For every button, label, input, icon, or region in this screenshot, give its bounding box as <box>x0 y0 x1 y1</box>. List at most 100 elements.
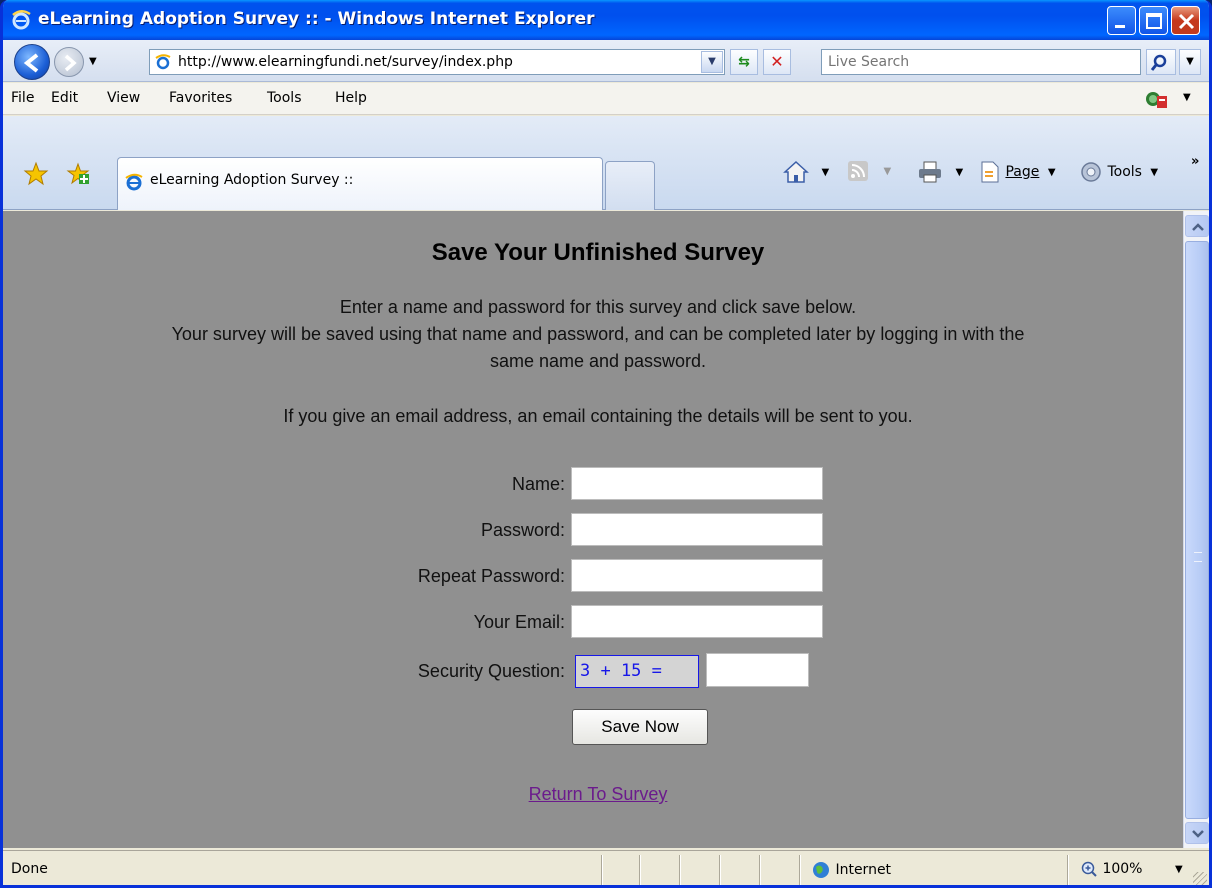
search-box[interactable] <box>821 49 1141 75</box>
back-arrow-icon <box>23 53 39 73</box>
chevron-down-icon <box>1192 830 1204 838</box>
repeat-password-input[interactable] <box>572 560 822 591</box>
back-button[interactable] <box>14 44 50 80</box>
menu-help[interactable]: Help <box>335 90 367 106</box>
tools-dropdown-icon: ▼ <box>1150 166 1159 178</box>
acrobat-icon[interactable] <box>1143 88 1169 110</box>
intro-text: Enter a name and password for this surve… <box>3 294 1183 375</box>
home-button[interactable]: ▼ <box>783 160 829 186</box>
security-zone[interactable]: Internet <box>811 860 891 880</box>
status-bar: Done Internet 100% ▼ <box>3 850 1209 885</box>
repeat-password-field[interactable] <box>571 559 823 592</box>
add-favorite-icon[interactable] <box>65 161 91 187</box>
search-input[interactable] <box>822 50 1140 74</box>
minimize-icon <box>1115 25 1125 28</box>
history-dropdown-icon[interactable]: ▼ <box>89 56 97 67</box>
menu-favorites-label: Favorites <box>169 90 233 106</box>
tab-active[interactable]: eLearning Adoption Survey :: <box>117 157 603 210</box>
name-input[interactable] <box>572 468 822 499</box>
forward-arrow-icon <box>64 54 77 72</box>
page-menu-button[interactable]: Page ▼ <box>979 160 1056 186</box>
search-options-dropdown[interactable]: ▼ <box>1179 49 1201 75</box>
status-divider <box>639 855 641 885</box>
status-divider <box>601 855 603 885</box>
new-tab-button[interactable] <box>605 161 655 210</box>
page-menu-label: Page <box>1005 164 1040 180</box>
menu-view-label: View <box>107 90 141 106</box>
ie-logo-icon <box>12 10 31 30</box>
home-dropdown-icon[interactable]: ▼ <box>821 167 829 178</box>
password-label: Password: <box>480 520 565 540</box>
search-icon <box>1150 54 1167 71</box>
zoom-level[interactable]: 100% <box>1080 860 1142 878</box>
favorites-star-icon[interactable] <box>23 161 49 187</box>
address-toolbar: ▼ http://www.elearningfundi.net/survey/i… <box>3 40 1209 82</box>
menu-bar: File Edit View Favorites Tools Help ▼ <box>3 83 1209 115</box>
email-label: Your Email: <box>473 612 565 632</box>
close-button[interactable] <box>1171 6 1200 35</box>
minimize-button[interactable] <box>1107 6 1136 35</box>
tools-menu-button[interactable]: Tools ▼ <box>1079 160 1158 186</box>
menu-edit[interactable]: Edit <box>51 90 78 106</box>
resize-grip[interactable] <box>1193 872 1207 885</box>
name-label: Name: <box>511 474 565 494</box>
window-title: eLearning Adoption Survey :: - Windows I… <box>38 9 595 29</box>
page-content: Save Your Unfinished Survey Enter a name… <box>3 211 1183 848</box>
refresh-button[interactable]: ⇆ <box>730 49 758 75</box>
scroll-up-button[interactable] <box>1185 215 1209 237</box>
email-field[interactable] <box>571 605 823 638</box>
maximize-button[interactable] <box>1139 6 1168 35</box>
print-button[interactable]: ▼ <box>917 160 963 186</box>
intro-line-3: same name and password. <box>489 351 707 371</box>
page-icon <box>981 161 999 183</box>
zoom-dropdown-icon[interactable]: ▼ <box>1175 864 1183 875</box>
tab-ie-icon <box>125 173 143 191</box>
menu-file-label: File <box>11 90 35 106</box>
feeds-button[interactable]: ▼ <box>847 160 891 186</box>
title-bar[interactable]: eLearning Adoption Survey :: - Windows I… <box>3 0 1209 40</box>
address-bar[interactable]: http://www.elearningfundi.net/survey/ind… <box>149 49 725 75</box>
close-icon <box>1178 13 1195 30</box>
address-dropdown-button[interactable]: ▼ <box>701 51 723 73</box>
browser-window: eLearning Adoption Survey :: - Windows I… <box>0 0 1212 888</box>
page-dropdown-icon: ▼ <box>1047 166 1056 178</box>
feeds-dropdown-icon[interactable]: ▼ <box>883 166 891 177</box>
more-commands-icon[interactable]: » <box>1191 154 1199 169</box>
menu-favorites[interactable]: Favorites <box>169 90 232 106</box>
tools-menu-label: Tools <box>1107 164 1142 180</box>
security-answer-input[interactable] <box>707 654 808 686</box>
password-field[interactable] <box>571 513 823 546</box>
stop-icon: ✕ <box>770 52 784 71</box>
email-input[interactable] <box>572 606 822 637</box>
gear-icon <box>1081 162 1101 182</box>
scroll-down-button[interactable] <box>1185 822 1209 844</box>
scroll-thumb[interactable] <box>1185 241 1209 819</box>
menu-tools[interactable]: Tools <box>267 90 302 106</box>
security-question-label: Security Question: <box>417 661 565 681</box>
status-text: Done <box>11 861 48 877</box>
menu-edit-label: Edit <box>51 90 79 106</box>
acrobat-dropdown-icon[interactable]: ▼ <box>1183 92 1191 103</box>
save-now-button[interactable]: Save Now <box>572 709 708 745</box>
tab-label: eLearning Adoption Survey :: <box>150 172 354 188</box>
security-answer-field[interactable] <box>706 653 809 687</box>
forward-button[interactable] <box>54 47 84 77</box>
password-input[interactable] <box>572 514 822 545</box>
name-field[interactable] <box>571 467 823 500</box>
zone-label: Internet <box>835 862 892 878</box>
repeat-password-label: Repeat Password: <box>417 566 565 586</box>
vertical-scrollbar[interactable] <box>1183 211 1209 848</box>
security-question-captcha: 3 + 15 = <box>575 655 699 688</box>
menu-view[interactable]: View <box>107 90 140 106</box>
menu-help-label: Help <box>335 90 367 106</box>
print-dropdown-icon[interactable]: ▼ <box>955 167 963 178</box>
status-divider <box>759 855 761 885</box>
menu-file[interactable]: File <box>11 90 34 106</box>
return-to-survey-link[interactable]: Return To Survey <box>3 784 1183 805</box>
stop-button[interactable]: ✕ <box>763 49 791 75</box>
page-ie-icon <box>154 53 172 71</box>
search-button[interactable] <box>1146 49 1176 75</box>
address-url: http://www.elearningfundi.net/survey/ind… <box>178 54 513 70</box>
refresh-icon: ⇆ <box>738 54 750 70</box>
status-divider <box>719 855 721 885</box>
